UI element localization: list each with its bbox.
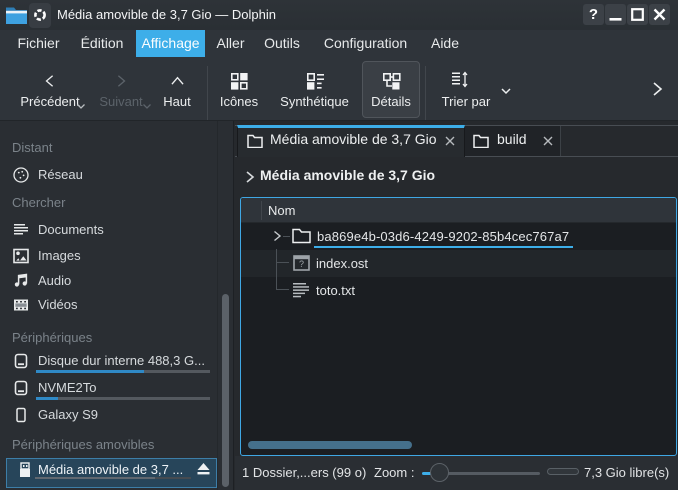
svg-text:?: ? (299, 259, 304, 269)
